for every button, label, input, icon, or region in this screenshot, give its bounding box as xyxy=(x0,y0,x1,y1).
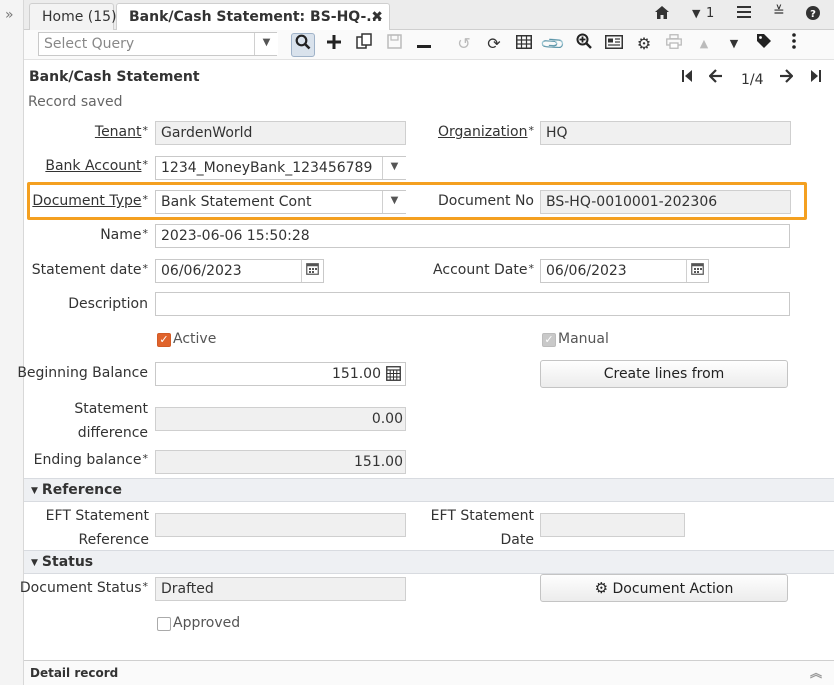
more-options-icon[interactable] xyxy=(782,33,806,57)
save-icon[interactable] xyxy=(382,33,406,57)
collapse-triangle-icon[interactable]: ▼ xyxy=(31,486,38,496)
account-date-field[interactable]: 06/06/2023 xyxy=(540,259,709,283)
section-reference-header[interactable]: ▼ Reference xyxy=(24,478,834,502)
tab-bank-cash-statement[interactable]: Bank/Cash Statement: BS-HQ-... ✖ xyxy=(116,3,390,31)
chevron-down-icon[interactable]: ▼ xyxy=(382,191,406,213)
statement-date-field[interactable]: 06/06/2023 xyxy=(155,259,324,283)
previous-record-icon[interactable] xyxy=(708,69,723,87)
tab-active-label: Bank/Cash Statement: BS-HQ-... xyxy=(129,9,383,25)
manual-label: Manual xyxy=(558,331,609,347)
eft-statement-date-label: EFT Statement Date xyxy=(430,508,534,548)
tenant-label[interactable]: Tenant* xyxy=(95,124,148,140)
status-message: Record saved xyxy=(28,94,123,110)
menu-icon[interactable] xyxy=(737,6,751,22)
record-position: 1/4 xyxy=(741,72,764,88)
copy-record-icon[interactable] xyxy=(352,33,376,57)
collapse-all-icon[interactable]: ≚ xyxy=(773,4,785,20)
manual-checkbox: ✓ xyxy=(542,333,556,347)
create-lines-from-button[interactable]: Create lines from xyxy=(540,360,788,388)
document-type-label[interactable]: Document Type* xyxy=(32,193,148,209)
detail-record-bar[interactable]: Detail record ︽ xyxy=(24,660,834,685)
document-action-button[interactable]: ⚙ Document Action xyxy=(540,574,788,602)
refresh-icon[interactable]: ⟳ xyxy=(482,33,506,57)
section-status-header[interactable]: ▼ Status xyxy=(24,550,834,574)
tenant-field: GardenWorld xyxy=(155,121,406,145)
help-icon[interactable]: ? xyxy=(806,6,820,24)
statement-difference-field: 0.00 xyxy=(155,407,406,431)
search-icon[interactable] xyxy=(291,33,315,57)
gear-icon: ⚙ xyxy=(594,579,609,597)
organization-label[interactable]: Organization* xyxy=(438,124,534,140)
chevron-down-icon[interactable]: ▼ xyxy=(382,157,406,179)
statement-difference-label: Statement difference xyxy=(74,401,148,441)
bank-account-field[interactable]: 1234_MoneyBank_123456789 xyxy=(155,156,406,180)
statement-date-label: Statement date* xyxy=(31,262,148,278)
gear-icon[interactable]: ⚙ xyxy=(632,33,656,57)
new-record-icon[interactable] xyxy=(322,33,346,57)
eft-statement-reference-field xyxy=(155,513,406,537)
detail-record-label: Detail record xyxy=(30,666,119,680)
tab-home[interactable]: Home (15) xyxy=(29,3,117,30)
document-no-field: BS-HQ-0010001-202306 xyxy=(540,190,791,214)
account-date-label: Account Date* xyxy=(433,262,534,278)
grid-toggle-icon[interactable] xyxy=(512,33,536,57)
window-tab-bar: Home (15) Bank/Cash Statement: BS-HQ-...… xyxy=(24,0,834,31)
active-checkbox[interactable]: ✓ xyxy=(157,333,171,347)
form-title: Bank/Cash Statement xyxy=(29,69,200,85)
report-icon[interactable] xyxy=(602,33,626,57)
document-no-label: Document No xyxy=(437,193,534,209)
select-query-input[interactable]: Select Query xyxy=(38,32,277,56)
close-tab-icon[interactable]: ✖ xyxy=(371,4,383,30)
ending-balance-label: Ending balance* xyxy=(33,452,148,468)
document-type-field[interactable]: Bank Statement Cont xyxy=(155,190,406,214)
chevron-down-icon[interactable]: ▼ xyxy=(254,33,278,55)
eft-statement-date-field xyxy=(540,513,685,537)
calendar-icon[interactable] xyxy=(686,260,708,282)
chevron-up-double-icon[interactable]: ︽ xyxy=(810,661,822,685)
window-list-dropdown-icon[interactable]: ▼ xyxy=(692,7,700,20)
approved-label: Approved xyxy=(173,615,241,631)
eft-statement-reference-label: EFT Statement Reference xyxy=(45,508,149,548)
first-record-icon[interactable] xyxy=(681,69,693,87)
attachment-icon[interactable]: 📎 xyxy=(537,28,571,62)
active-label: Active xyxy=(173,331,217,347)
calculator-icon[interactable] xyxy=(386,366,401,385)
calendar-icon[interactable] xyxy=(301,260,323,282)
zoom-across-icon[interactable] xyxy=(572,33,596,57)
ending-balance-field: 151.00 xyxy=(155,450,406,474)
beginning-balance-label: Beginning Balance xyxy=(17,365,148,381)
next-record-icon[interactable] xyxy=(779,69,794,87)
parent-record-icon[interactable]: ▲ xyxy=(692,33,716,57)
toolbar: Select Query ▼ ↺ ⟳ 📎 ⚙ ▲ ▼ xyxy=(24,30,834,60)
bank-account-label[interactable]: Bank Account* xyxy=(45,158,148,174)
beginning-balance-field[interactable]: 151.00 xyxy=(155,362,406,386)
svg-text:?: ? xyxy=(810,9,816,20)
undo-icon[interactable]: ↺ xyxy=(452,33,476,57)
last-record-icon[interactable] xyxy=(810,69,822,87)
description-field[interactable] xyxy=(155,292,790,316)
name-field[interactable]: 2023-06-06 15:50:28 xyxy=(155,224,790,248)
document-status-field: Drafted xyxy=(155,577,406,601)
expand-panel-icon[interactable]: » xyxy=(5,7,14,23)
approved-checkbox xyxy=(157,617,171,631)
tab-home-label: Home (15) xyxy=(42,9,117,25)
delete-record-icon[interactable] xyxy=(412,33,436,57)
description-label: Description xyxy=(68,296,148,312)
print-icon[interactable] xyxy=(662,33,686,57)
document-status-label: Document Status* xyxy=(19,580,148,596)
home-icon[interactable] xyxy=(655,6,669,23)
name-label: Name* xyxy=(100,227,148,243)
collapse-triangle-icon[interactable]: ▼ xyxy=(31,558,38,568)
document-action-label: Document Action xyxy=(612,581,734,597)
window-count: 1 xyxy=(706,6,715,21)
detail-record-icon[interactable]: ▼ xyxy=(722,33,746,57)
tag-icon[interactable] xyxy=(752,33,776,57)
organization-field: HQ xyxy=(540,121,791,145)
